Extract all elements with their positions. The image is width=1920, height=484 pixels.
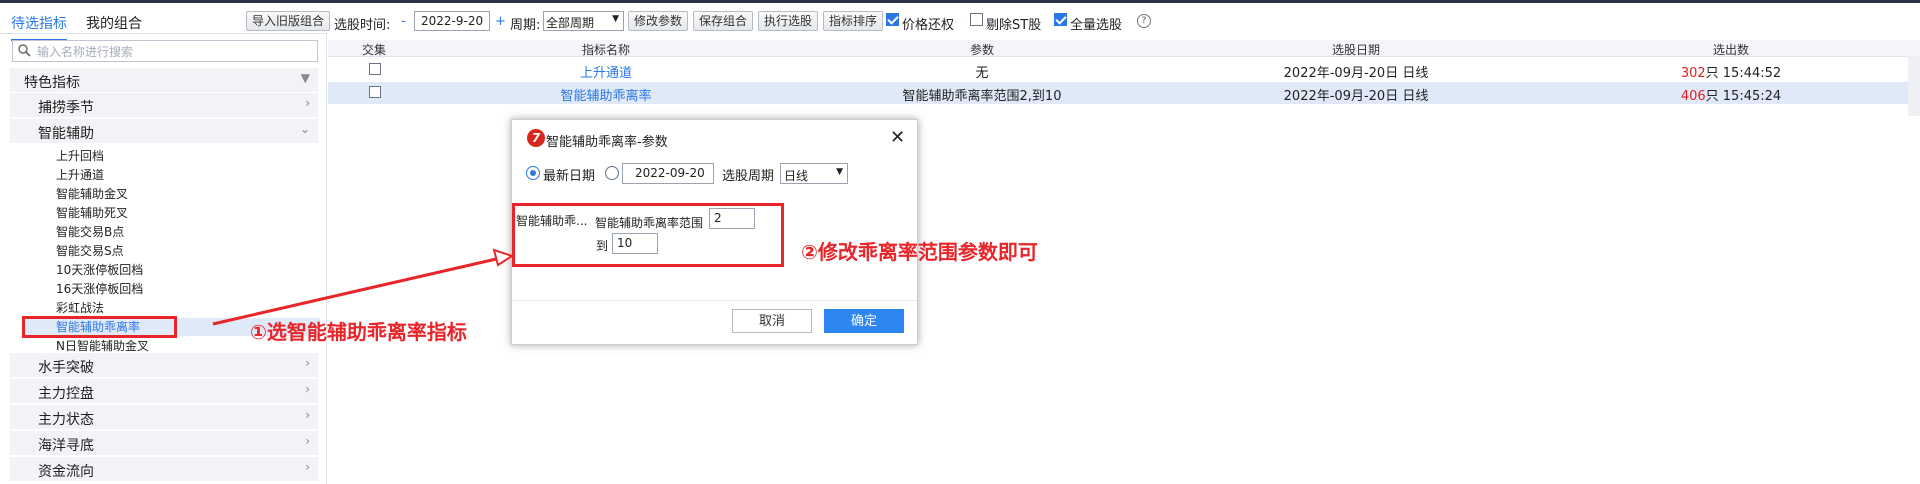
step1-annotation: ①选智能辅助乖离率指标 <box>250 320 467 344</box>
step2-annotation: ②修改乖离率范围参数即可 <box>801 240 1038 264</box>
